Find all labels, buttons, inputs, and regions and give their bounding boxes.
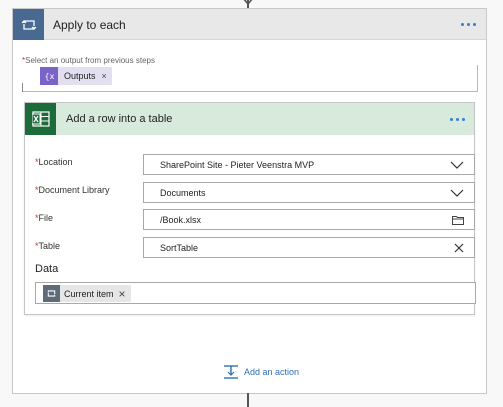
- table-dropdown[interactable]: SortTable: [143, 237, 475, 258]
- add-row-action-header[interactable]: Add a row into a table: [25, 103, 474, 135]
- current-item-token[interactable]: Current item ×: [43, 285, 131, 302]
- location-label: *Location: [35, 157, 73, 167]
- document-library-dropdown[interactable]: Documents: [143, 182, 475, 203]
- add-row-action-title: Add a row into a table: [66, 113, 173, 125]
- close-icon[interactable]: [454, 243, 464, 253]
- document-library-label: *Document Library: [35, 185, 110, 195]
- apply-to-each-header[interactable]: Apply to each: [13, 9, 486, 40]
- outputs-token[interactable]: {x} Outputs ×: [40, 67, 112, 85]
- add-an-action-label: Add an action: [244, 367, 300, 377]
- location-dropdown[interactable]: SharePoint Site - Pieter Veenstra MVP: [143, 154, 475, 175]
- loop-icon: [43, 285, 60, 302]
- file-value: /Book.xlsx: [160, 214, 202, 225]
- select-output-label: *Select an output from previous steps: [22, 56, 155, 65]
- location-value: SharePoint Site - Pieter Veenstra MVP: [160, 159, 315, 170]
- remove-token-icon[interactable]: ×: [102, 71, 107, 81]
- current-item-token-label: Current item: [64, 288, 114, 299]
- folder-icon[interactable]: [452, 215, 464, 225]
- input-border: [22, 83, 23, 92]
- more-options-icon[interactable]: [461, 17, 481, 31]
- apply-to-each-card: Apply to each *Select an output from pre…: [12, 8, 487, 394]
- add-action-icon: [224, 365, 238, 379]
- table-value: SortTable: [160, 242, 199, 253]
- svg-text:{x}: {x}: [45, 72, 55, 81]
- excel-icon: [25, 103, 56, 135]
- document-library-value: Documents: [160, 187, 206, 198]
- table-label: *Table: [35, 241, 61, 251]
- loop-icon: [13, 9, 44, 40]
- arrow-down-icon: [243, 0, 253, 6]
- chevron-down-icon[interactable]: [450, 189, 464, 197]
- add-an-action-button[interactable]: Add an action: [223, 365, 299, 379]
- remove-token-icon[interactable]: ×: [119, 287, 126, 301]
- flow-connector-bottom: [247, 393, 249, 407]
- outputs-token-label: Outputs: [64, 71, 96, 81]
- more-options-icon[interactable]: [450, 112, 470, 126]
- file-picker[interactable]: /Book.xlsx: [143, 209, 475, 230]
- chevron-down-icon[interactable]: [450, 161, 464, 169]
- apply-to-each-title: Apply to each: [53, 18, 126, 32]
- expression-icon: {x}: [40, 67, 58, 85]
- data-section-label: Data: [35, 263, 59, 275]
- file-label: *File: [35, 213, 54, 223]
